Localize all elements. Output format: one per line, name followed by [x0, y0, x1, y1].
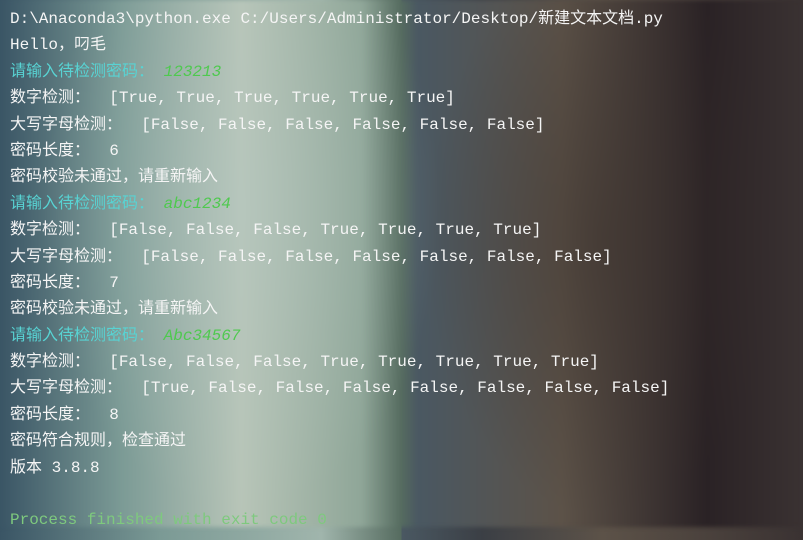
console-output: D:\Anaconda3\python.exe C:/Users/Adminis… — [0, 0, 803, 540]
exit-code-line: Process finished with exit code 0 — [10, 507, 793, 533]
length-line: 密码长度： 8 — [10, 402, 793, 428]
blank-line — [10, 481, 793, 507]
version-line: 版本 3.8.8 — [10, 455, 793, 481]
prompt-line-3: 请输入待检测密码： Abc34567 — [10, 323, 793, 349]
command-line: D:\Anaconda3\python.exe C:/Users/Adminis… — [10, 6, 793, 32]
prompt-line-1: 请输入待检测密码： 123213 — [10, 59, 793, 85]
user-input: Abc34567 — [164, 327, 241, 345]
validation-msg: 密码校验未通过，请重新输入 — [10, 296, 793, 322]
digit-check-line: 数字检测： [False, False, False, True, True, … — [10, 349, 793, 375]
length-line: 密码长度： 6 — [10, 138, 793, 164]
validation-msg: 密码符合规则，检查通过 — [10, 428, 793, 454]
upper-check-line: 大写字母检测： [False, False, False, False, Fal… — [10, 112, 793, 138]
length-line: 密码长度： 7 — [10, 270, 793, 296]
digit-check-line: 数字检测： [False, False, False, True, True, … — [10, 217, 793, 243]
digit-check-line: 数字检测： [True, True, True, True, True, Tru… — [10, 85, 793, 111]
prompt-label: 请输入待检测密码： — [10, 63, 154, 81]
upper-check-line: 大写字母检测： [True, False, False, False, Fals… — [10, 375, 793, 401]
greeting-line: Hello，叼毛 — [10, 32, 793, 58]
user-input: 123213 — [164, 63, 222, 81]
prompt-line-2: 请输入待检测密码： abc1234 — [10, 191, 793, 217]
prompt-label: 请输入待检测密码： — [10, 327, 154, 345]
prompt-label: 请输入待检测密码： — [10, 195, 154, 213]
user-input: abc1234 — [164, 195, 231, 213]
validation-msg: 密码校验未通过，请重新输入 — [10, 164, 793, 190]
upper-check-line: 大写字母检测： [False, False, False, False, Fal… — [10, 244, 793, 270]
